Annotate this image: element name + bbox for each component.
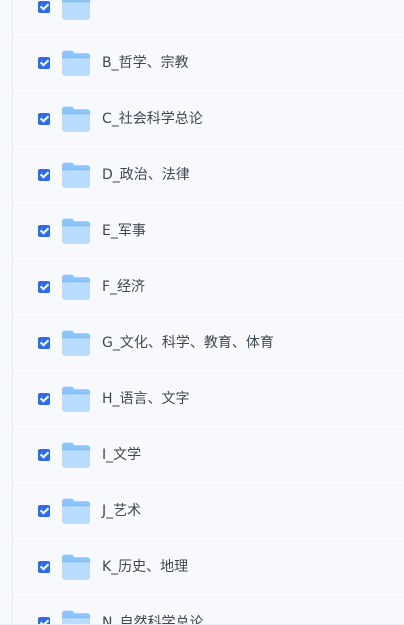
folder-icon: [61, 497, 91, 524]
folder-icon: [61, 609, 91, 625]
selected-checkbox[interactable]: [38, 281, 50, 293]
folder-row[interactable]: [14, 0, 404, 35]
selected-checkbox[interactable]: [38, 337, 50, 349]
selected-checkbox[interactable]: [38, 505, 50, 517]
folder-icon: [61, 217, 91, 244]
folder-row-b[interactable]: B_哲学、宗教: [14, 35, 404, 91]
selected-checkbox[interactable]: [38, 561, 50, 573]
folder-name: D_政治、法律: [102, 167, 190, 183]
folder-name: J_艺术: [102, 503, 142, 519]
selected-checkbox[interactable]: [38, 113, 50, 125]
folder-name: B_哲学、宗教: [102, 55, 189, 71]
folder-icon: [61, 441, 91, 468]
folder-row-k[interactable]: K_历史、地理: [14, 539, 404, 595]
folder-icon: [61, 329, 91, 356]
selected-checkbox[interactable]: [38, 169, 50, 181]
folder-name: K_历史、地理: [102, 559, 189, 575]
folder-row-e[interactable]: E_军事: [14, 203, 404, 259]
folder-row-i[interactable]: I_文学: [14, 427, 404, 483]
folder-row-h[interactable]: H_语言、文字: [14, 371, 404, 427]
folder-name: I_文学: [102, 447, 142, 463]
file-list-view: B_哲学、宗教 C_社会科学总论 D_政治、法律 E_军事 F_经济 G_文化、…: [0, 0, 404, 625]
selected-checkbox[interactable]: [38, 449, 50, 461]
folder-row-d[interactable]: D_政治、法律: [14, 147, 404, 203]
folder-icon: [61, 553, 91, 580]
folder-name: G_文化、科学、教育、体育: [102, 335, 274, 351]
folder-list: B_哲学、宗教 C_社会科学总论 D_政治、法律 E_军事 F_经济 G_文化、…: [14, 0, 404, 625]
folder-icon: [61, 105, 91, 132]
folder-icon: [61, 49, 91, 76]
folder-icon: [61, 273, 91, 300]
selected-checkbox[interactable]: [38, 57, 50, 69]
folder-icon: [61, 161, 91, 188]
folder-name: H_语言、文字: [102, 391, 190, 407]
folder-row-c[interactable]: C_社会科学总论: [14, 91, 404, 147]
folder-row-n[interactable]: N_自然科学总论: [14, 595, 404, 625]
folder-icon: [61, 0, 91, 20]
selected-checkbox[interactable]: [38, 393, 50, 405]
folder-name: C_社会科学总论: [102, 111, 203, 127]
folder-row-g[interactable]: G_文化、科学、教育、体育: [14, 315, 404, 371]
folder-icon: [61, 385, 91, 412]
folder-name: F_经济: [102, 279, 146, 295]
selected-checkbox[interactable]: [38, 1, 50, 13]
folder-name: E_军事: [102, 223, 146, 239]
folder-row-j[interactable]: J_艺术: [14, 483, 404, 539]
selected-checkbox[interactable]: [38, 225, 50, 237]
left-scroll-rail: [0, 0, 13, 625]
folder-row-f[interactable]: F_经济: [14, 259, 404, 315]
